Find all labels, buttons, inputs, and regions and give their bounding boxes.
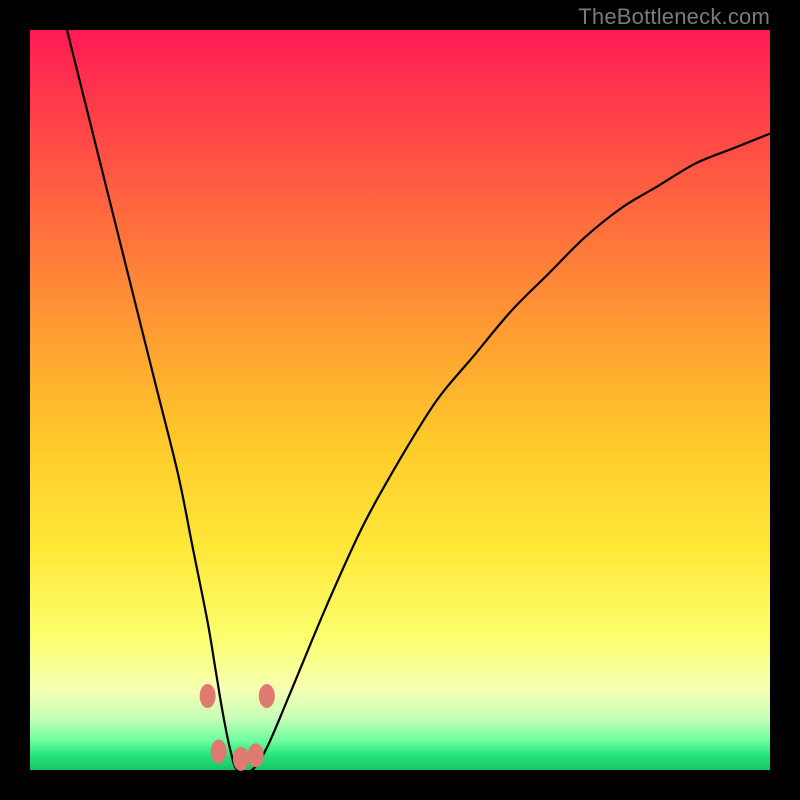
bottleneck-curve: [30, 30, 770, 770]
watermark-text: TheBottleneck.com: [578, 4, 770, 30]
curve-marker: [259, 684, 275, 708]
curve-marker: [233, 747, 249, 771]
curve-marker: [248, 743, 264, 767]
curve-marker: [211, 740, 227, 764]
curve-markers: [200, 684, 275, 771]
plot-area: [30, 30, 770, 770]
chart-frame: TheBottleneck.com: [0, 0, 800, 800]
curve-marker: [200, 684, 216, 708]
curve-path: [67, 30, 770, 773]
